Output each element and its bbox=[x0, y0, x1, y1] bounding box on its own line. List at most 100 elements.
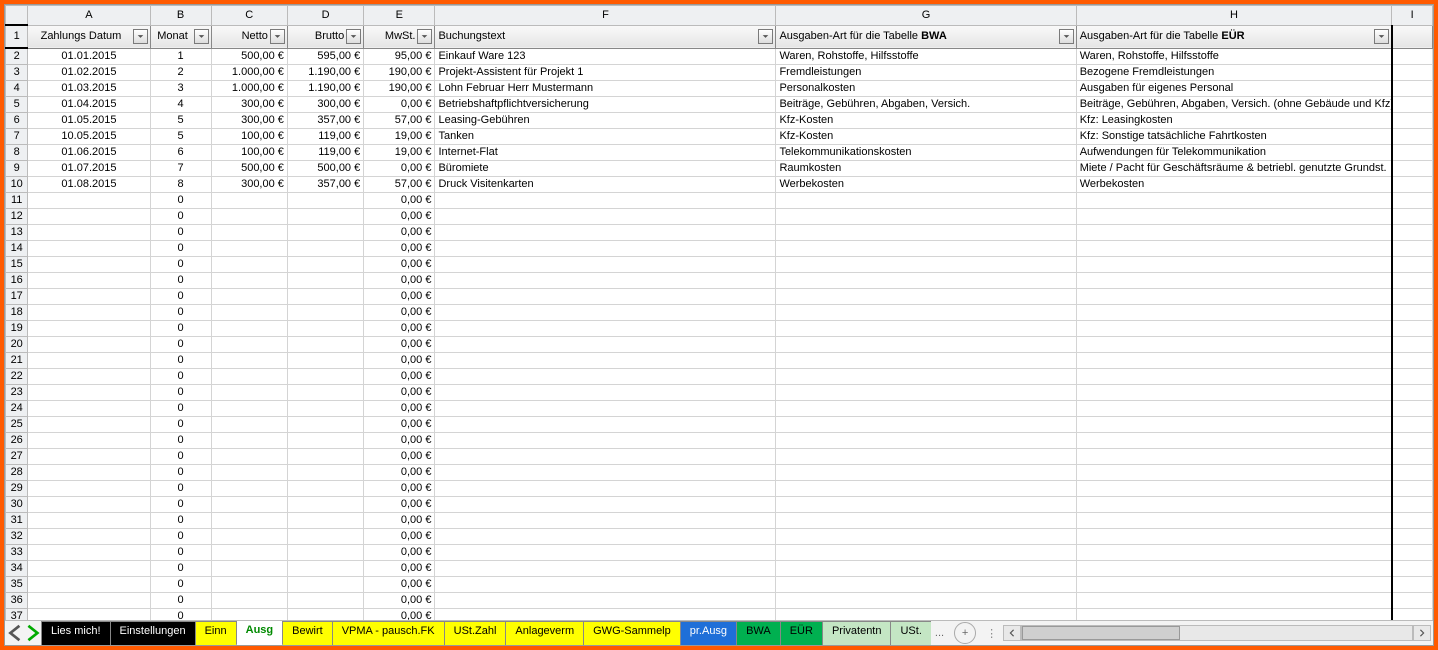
cell[interactable]: Waren, Rohstoffe, Hilfsstoffe bbox=[776, 48, 1076, 65]
cell[interactable] bbox=[776, 465, 1076, 481]
cell[interactable] bbox=[287, 465, 363, 481]
row-header[interactable]: 5 bbox=[6, 97, 28, 113]
cell[interactable] bbox=[1392, 529, 1433, 545]
row-header[interactable]: 13 bbox=[6, 225, 28, 241]
cell[interactable]: 0,00 € bbox=[364, 433, 435, 449]
row-header[interactable]: 12 bbox=[6, 209, 28, 225]
row-header[interactable]: 6 bbox=[6, 113, 28, 129]
cell[interactable]: 1.000,00 € bbox=[211, 65, 287, 81]
cell[interactable] bbox=[435, 193, 776, 209]
cell[interactable]: Beiträge, Gebühren, Abgaben, Versich. bbox=[776, 97, 1076, 113]
cell[interactable]: 0 bbox=[150, 209, 211, 225]
sheet-tab[interactable]: GWG-Sammelp bbox=[583, 621, 681, 645]
row-header[interactable]: 22 bbox=[6, 369, 28, 385]
cell[interactable] bbox=[211, 369, 287, 385]
cell[interactable]: 0 bbox=[150, 433, 211, 449]
cell[interactable]: 0,00 € bbox=[364, 465, 435, 481]
cell[interactable]: 357,00 € bbox=[287, 113, 363, 129]
cell[interactable] bbox=[1392, 289, 1433, 305]
column-filter-header[interactable]: Zahlungs Datum bbox=[28, 25, 150, 48]
cell[interactable]: 8 bbox=[150, 177, 211, 193]
filter-dropdown-icon[interactable] bbox=[346, 29, 361, 44]
cell[interactable] bbox=[435, 257, 776, 273]
cell[interactable]: 500,00 € bbox=[211, 161, 287, 177]
cell[interactable] bbox=[776, 545, 1076, 561]
cell[interactable] bbox=[776, 561, 1076, 577]
cell[interactable]: 0,00 € bbox=[364, 321, 435, 337]
cell[interactable] bbox=[1076, 529, 1392, 545]
cell[interactable] bbox=[1392, 449, 1433, 465]
cell[interactable]: 0 bbox=[150, 289, 211, 305]
cell[interactable] bbox=[211, 289, 287, 305]
cell[interactable]: Tanken bbox=[435, 129, 776, 145]
cell[interactable]: Personalkosten bbox=[776, 81, 1076, 97]
cell[interactable] bbox=[776, 193, 1076, 209]
cell[interactable] bbox=[776, 481, 1076, 497]
cell[interactable]: 0,00 € bbox=[364, 337, 435, 353]
cell[interactable] bbox=[1392, 65, 1433, 81]
cell[interactable]: 0,00 € bbox=[364, 481, 435, 497]
cell[interactable] bbox=[776, 321, 1076, 337]
cell[interactable] bbox=[28, 417, 150, 433]
cell[interactable]: 5 bbox=[150, 113, 211, 129]
cell[interactable]: 0,00 € bbox=[364, 161, 435, 177]
sheet-tab[interactable]: Privatentn bbox=[822, 621, 892, 645]
cell[interactable]: 1.190,00 € bbox=[287, 81, 363, 97]
cell[interactable] bbox=[1076, 257, 1392, 273]
cell[interactable] bbox=[287, 593, 363, 609]
cell[interactable] bbox=[287, 353, 363, 369]
cell[interactable] bbox=[1392, 305, 1433, 321]
cell[interactable] bbox=[1392, 369, 1433, 385]
scroll-left-arrow[interactable] bbox=[1003, 625, 1021, 641]
cell[interactable] bbox=[435, 273, 776, 289]
cell[interactable]: 95,00 € bbox=[364, 48, 435, 65]
cell[interactable] bbox=[1076, 241, 1392, 257]
row-header[interactable]: 26 bbox=[6, 433, 28, 449]
cell[interactable] bbox=[28, 273, 150, 289]
row-header[interactable]: 10 bbox=[6, 177, 28, 193]
cell[interactable]: 57,00 € bbox=[364, 177, 435, 193]
cell[interactable] bbox=[1076, 497, 1392, 513]
cell[interactable] bbox=[28, 593, 150, 609]
cell[interactable]: 01.03.2015 bbox=[28, 81, 150, 97]
column-filter-header[interactable]: Monat bbox=[150, 25, 211, 48]
sheet-tab[interactable]: pr.Ausg bbox=[680, 621, 737, 645]
cell[interactable] bbox=[211, 481, 287, 497]
cell[interactable]: 0,00 € bbox=[364, 305, 435, 321]
cell[interactable] bbox=[28, 241, 150, 257]
cell[interactable]: 357,00 € bbox=[287, 177, 363, 193]
cell[interactable] bbox=[776, 433, 1076, 449]
column-filter-header[interactable]: Netto bbox=[211, 25, 287, 48]
cell[interactable]: 0,00 € bbox=[364, 401, 435, 417]
cell[interactable]: Betriebshaftpflichtversicherung bbox=[435, 97, 776, 113]
sheet-tab[interactable]: Ausg bbox=[236, 621, 284, 645]
cell[interactable]: Lohn Februar Herr Mustermann bbox=[435, 81, 776, 97]
cell[interactable] bbox=[287, 225, 363, 241]
cell[interactable] bbox=[1392, 97, 1433, 113]
cell[interactable] bbox=[28, 353, 150, 369]
cell[interactable] bbox=[435, 593, 776, 609]
cell[interactable]: 01.07.2015 bbox=[28, 161, 150, 177]
cell[interactable]: 19,00 € bbox=[364, 145, 435, 161]
row-header[interactable]: 23 bbox=[6, 385, 28, 401]
row-header[interactable]: 19 bbox=[6, 321, 28, 337]
cell[interactable] bbox=[1076, 545, 1392, 561]
cell[interactable]: 01.06.2015 bbox=[28, 145, 150, 161]
cell[interactable]: 595,00 € bbox=[287, 48, 363, 65]
cell[interactable] bbox=[211, 497, 287, 513]
cell[interactable]: 0,00 € bbox=[364, 561, 435, 577]
cell[interactable]: 3 bbox=[150, 81, 211, 97]
cell[interactable] bbox=[1392, 129, 1433, 145]
column-filter-header[interactable]: Buchungstext bbox=[435, 25, 776, 48]
cell[interactable] bbox=[1076, 209, 1392, 225]
cell[interactable] bbox=[211, 593, 287, 609]
cell[interactable] bbox=[287, 481, 363, 497]
cell[interactable]: 19,00 € bbox=[364, 129, 435, 145]
cell[interactable] bbox=[435, 561, 776, 577]
cell[interactable] bbox=[287, 529, 363, 545]
cell[interactable] bbox=[287, 305, 363, 321]
cell[interactable] bbox=[28, 577, 150, 593]
scroll-thumb[interactable] bbox=[1022, 626, 1180, 640]
cell[interactable] bbox=[1392, 321, 1433, 337]
cell[interactable] bbox=[211, 433, 287, 449]
